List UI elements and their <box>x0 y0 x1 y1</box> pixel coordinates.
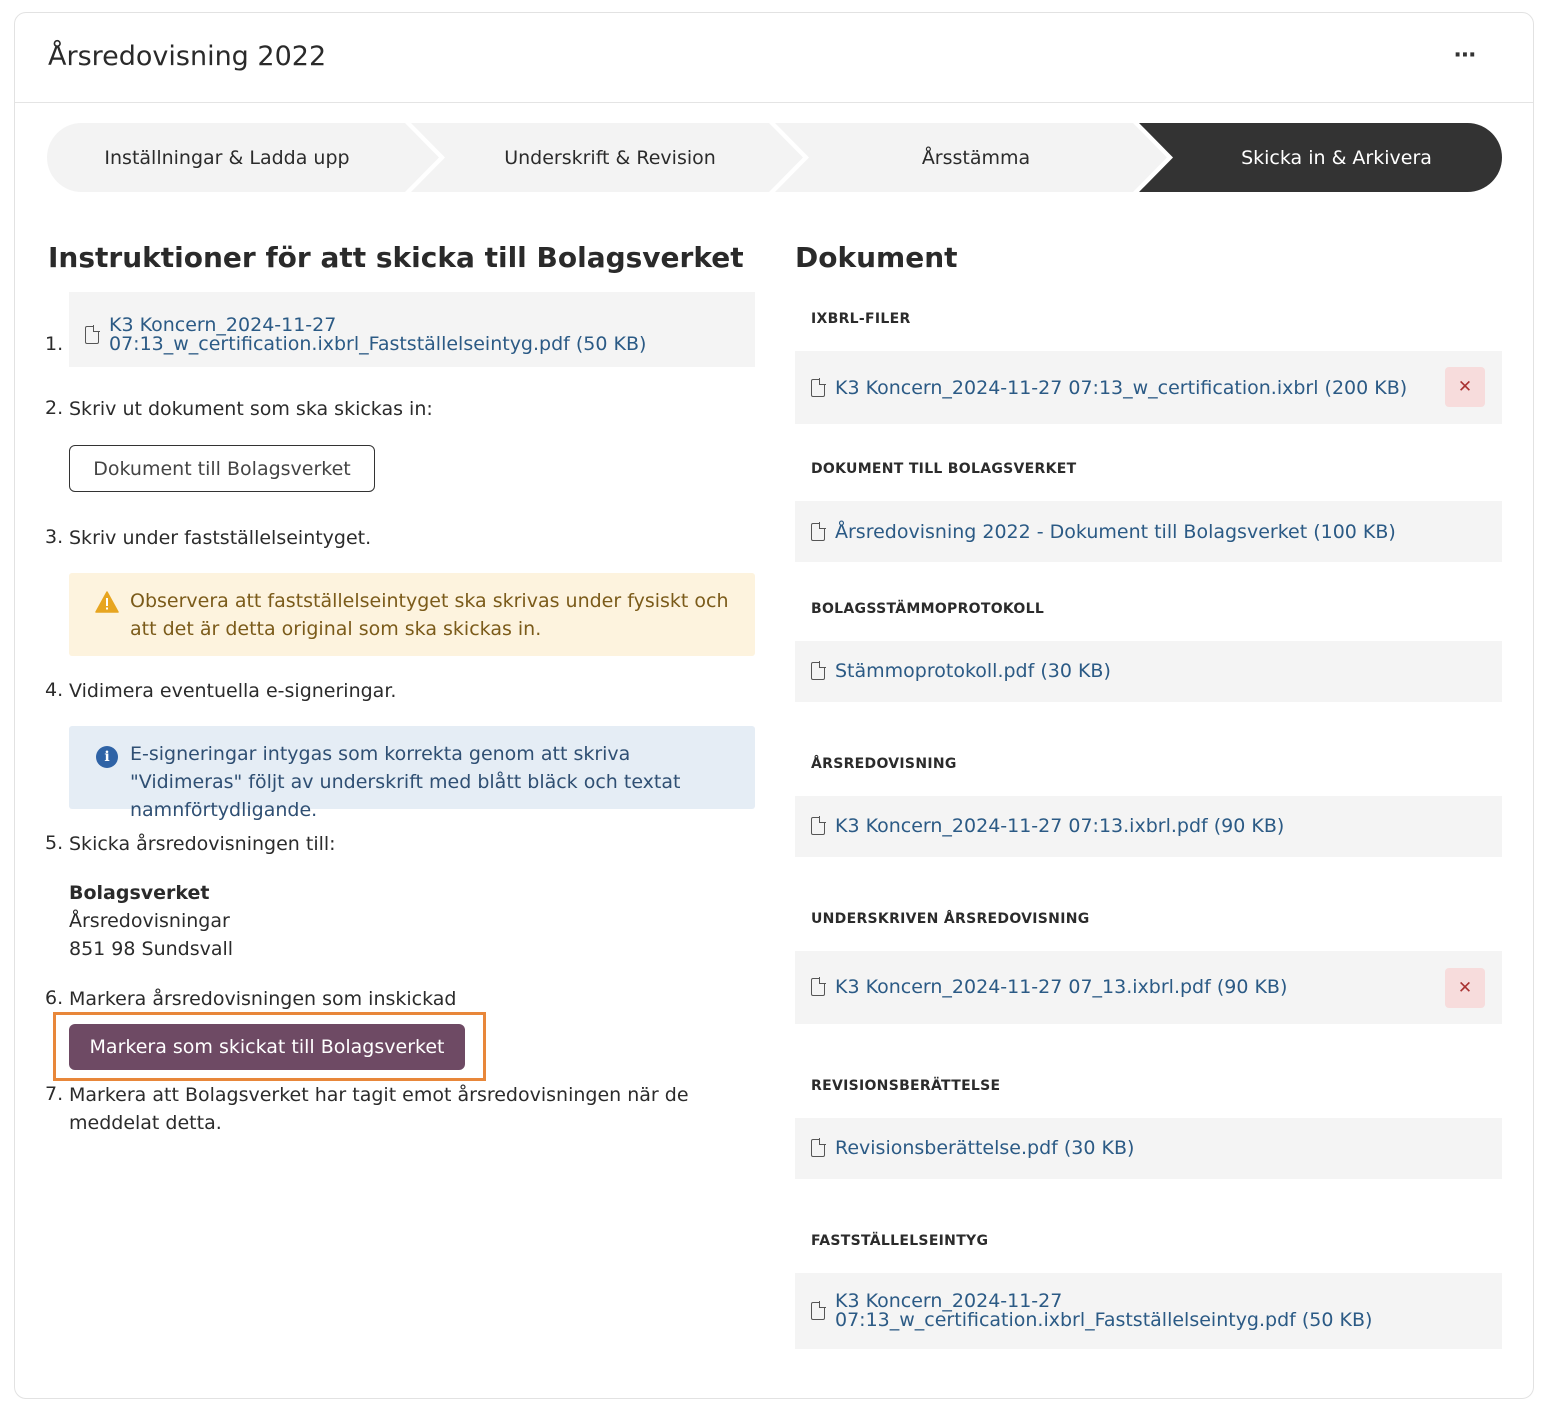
warning-alert: Observera att fastställelseintyget ska s… <box>69 573 755 656</box>
document-link[interactable]: Revisionsberättelse.pdf (30 KB) <box>835 1137 1134 1159</box>
document-link[interactable]: K3 Koncern_2024-11-27 07_13.ixbrl.pdf (9… <box>835 976 1287 998</box>
step-label: Inställningar & Ladda upp <box>104 146 350 169</box>
postal-address: Bolagsverket Årsredovisningar 851 98 Sun… <box>69 879 233 963</box>
step-signature-revision[interactable]: Underskrift & Revision <box>411 123 803 192</box>
document-row: K3 Koncern_2024-11-27 07:13_w_certificat… <box>795 1273 1502 1349</box>
info-text: E-signeringar intygas som korrekta genom… <box>130 743 681 821</box>
step-annual-meeting[interactable]: Årsstämma <box>775 123 1167 192</box>
address-line: Årsredovisningar <box>69 910 230 932</box>
warning-icon <box>95 591 119 613</box>
document-row: Årsredovisning 2022 - Dokument till Bola… <box>795 501 1502 562</box>
step-label: Årsstämma <box>921 146 1031 169</box>
file-icon <box>811 378 826 397</box>
document-link[interactable]: K3 Koncern_2024-11-27 07:13_w_certificat… <box>835 1292 1372 1330</box>
step-text: Markera att Bolagsverket har tagit emot … <box>69 1084 689 1134</box>
section-label: IXBRL-FILER <box>811 311 911 327</box>
mark-as-sent-button[interactable]: Markera som skickat till Bolagsverket <box>69 1024 465 1070</box>
step-number: 6. <box>45 987 64 1009</box>
file-name-line: 07:13_w_certification.ixbrl_Fastställels… <box>835 1309 1373 1331</box>
section-label: UNDERSKRIVEN ÅRSREDOVISNING <box>811 911 1090 927</box>
document-link[interactable]: Stämmoprotokoll.pdf (30 KB) <box>835 660 1111 682</box>
step-text: Skicka årsredovisningen till: <box>69 833 336 855</box>
file-icon <box>811 816 826 835</box>
document-row: Stämmoprotokoll.pdf (30 KB) <box>795 641 1502 702</box>
stepper: Inställningar & Ladda upp Underskrift & … <box>47 123 1502 192</box>
step-label: Skicka in & Arkivera <box>1241 146 1432 169</box>
file-icon <box>811 661 826 680</box>
delete-button[interactable]: ✕ <box>1445 968 1485 1008</box>
card-header: Årsredovisning 2022 ⋯ <box>15 13 1533 103</box>
document-link[interactable]: K3 Koncern_2024-11-27 07:13_w_certificat… <box>835 377 1407 399</box>
info-icon: i <box>96 746 118 768</box>
info-alert: i E-signeringar intygas som korrekta gen… <box>69 726 755 821</box>
document-link[interactable]: Årsredovisning 2022 - Dokument till Bola… <box>835 521 1396 543</box>
document-row: K3 Koncern_2024-11-27 07_13.ixbrl.pdf (9… <box>795 951 1502 1024</box>
step-text: Markera årsredovisningen som inskickad <box>69 988 457 1010</box>
section-label: BOLAGSSTÄMMOPROTOKOLL <box>811 601 1045 617</box>
page-title: Årsredovisning 2022 <box>48 41 327 72</box>
file-icon <box>811 522 826 541</box>
document-link[interactable]: K3 Koncern_2024-11-27 07:13.ixbrl.pdf (9… <box>835 815 1284 837</box>
section-label: DOKUMENT TILL BOLAGSVERKET <box>811 461 1077 477</box>
step-number: 4. <box>45 679 64 701</box>
delete-button[interactable]: ✕ <box>1445 367 1485 407</box>
documents-title: Dokument <box>795 241 958 274</box>
file-name-line: 07:13_w_certification.ixbrl_Fastställels… <box>109 333 647 355</box>
address-name: Bolagsverket <box>69 882 210 904</box>
certificate-file-box: K3 Koncern_2024-11-27 07:13_w_certificat… <box>69 292 755 367</box>
step-number: 3. <box>45 526 64 548</box>
step-submit-archive[interactable]: Skicka in & Arkivera <box>1139 123 1502 192</box>
more-options-button[interactable]: ⋯ <box>1445 43 1485 73</box>
step-number: 7. <box>45 1083 64 1105</box>
file-icon <box>85 325 100 344</box>
section-label: FASTSTÄLLELSEINTYG <box>811 1233 989 1249</box>
main-card: Årsredovisning 2022 ⋯ Inställningar & La… <box>14 12 1534 1399</box>
step-number: 1. <box>45 333 64 355</box>
step-number: 5. <box>45 832 64 854</box>
step-settings-upload[interactable]: Inställningar & Ladda upp <box>47 123 439 192</box>
file-icon <box>811 977 826 996</box>
file-icon <box>811 1301 826 1320</box>
warning-text: Observera att fastställelseintyget ska s… <box>130 590 729 640</box>
step-text: Skriv under fastställelseintyget. <box>69 527 372 549</box>
file-icon <box>811 1138 826 1157</box>
documents-to-bolagsverket-button[interactable]: Dokument till Bolagsverket <box>69 445 375 492</box>
address-line: 851 98 Sundsvall <box>69 938 234 960</box>
step-number: 2. <box>45 397 64 419</box>
document-row: K3 Koncern_2024-11-27 07:13_w_certificat… <box>795 351 1502 424</box>
certificate-file-link[interactable]: K3 Koncern_2024-11-27 07:13_w_certificat… <box>109 316 646 354</box>
instructions-title: Instruktioner för att skicka till Bolags… <box>48 241 744 274</box>
step-label: Underskrift & Revision <box>504 146 716 169</box>
section-label: REVISIONSBERÄTTELSE <box>811 1078 1001 1094</box>
document-row: Revisionsberättelse.pdf (30 KB) <box>795 1118 1502 1179</box>
section-label: ÅRSREDOVISNING <box>811 756 957 772</box>
document-row: K3 Koncern_2024-11-27 07:13.ixbrl.pdf (9… <box>795 796 1502 857</box>
step-text: Vidimera eventuella e-signeringar. <box>69 680 397 702</box>
step-text: Skriv ut dokument som ska skickas in: <box>69 398 433 420</box>
